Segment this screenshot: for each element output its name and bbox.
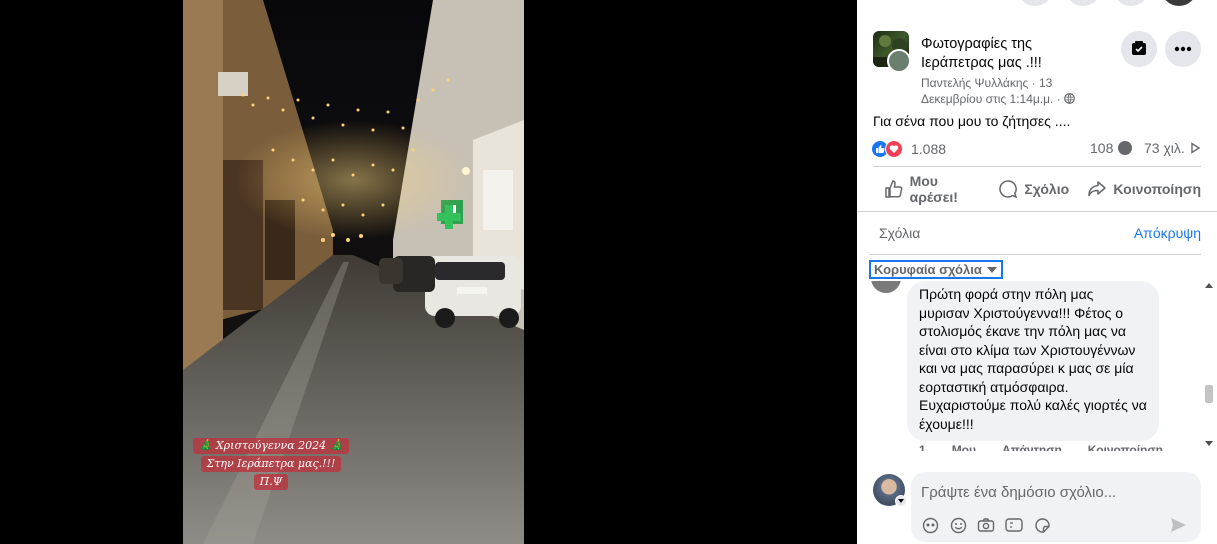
save-button[interactable] bbox=[1121, 31, 1157, 67]
reaction-icons[interactable] bbox=[871, 140, 907, 158]
like-button[interactable]: Μου αρέσει! bbox=[873, 170, 980, 208]
composer-tools bbox=[921, 516, 1051, 534]
save-icon bbox=[1132, 41, 1146, 55]
camera-icon bbox=[977, 518, 995, 532]
reaction-count[interactable]: 1.088 bbox=[911, 141, 946, 157]
comment-reply-link[interactable]: Απάντηση bbox=[1002, 443, 1062, 451]
comment-label: Σχόλιο bbox=[1024, 181, 1070, 197]
comment-composer bbox=[873, 472, 1203, 542]
post-text: Για σένα που μου το ζήτησες .... bbox=[873, 113, 1071, 129]
sort-comments-dropdown[interactable]: Κορυφαία σχόλια bbox=[869, 260, 1003, 279]
chevron-down-icon bbox=[986, 266, 997, 273]
reactions-bar: 1.088 108 73 χιλ. bbox=[871, 139, 1203, 159]
comment-actions: 1 Μου Απάντηση Κοινοποίηση bbox=[919, 443, 1163, 451]
hide-comments-link[interactable]: Απόκρυψη bbox=[1134, 225, 1201, 241]
caption-line-3: Π.Ψ bbox=[253, 474, 289, 490]
comment-button[interactable]: Σχόλιο bbox=[980, 170, 1087, 208]
comment-input[interactable] bbox=[921, 480, 1181, 504]
nav-button[interactable] bbox=[1017, 0, 1053, 6]
divider bbox=[873, 166, 1201, 167]
comment-time[interactable]: 1 bbox=[919, 443, 926, 451]
love-icon bbox=[885, 140, 903, 158]
video-caption: 🎄 Χριστούγεννα 2024 🎄 Στην Ιεράπετρα μας… bbox=[190, 436, 352, 490]
post-meta: Παντελής Ψυλλάκης · 13 Δεκεμβρίου στις 1… bbox=[921, 75, 1101, 107]
nav-button[interactable] bbox=[1113, 0, 1149, 6]
comment-count-value: 108 bbox=[1090, 140, 1114, 156]
like-label: Μου αρέσει! bbox=[909, 173, 958, 205]
views-icon bbox=[1191, 142, 1201, 154]
meta-separator: · bbox=[1031, 76, 1036, 90]
post-header: Φωτογραφίες της Ιεράπετρας μας .!!! Παντ… bbox=[873, 31, 1203, 111]
more-icon bbox=[1174, 46, 1192, 52]
author-avatar[interactable] bbox=[887, 49, 911, 73]
share-icon bbox=[1088, 181, 1107, 197]
sticker-icon bbox=[1034, 517, 1050, 533]
comment-bubble-icon bbox=[1118, 141, 1133, 155]
photo-button[interactable] bbox=[977, 516, 995, 534]
share-button[interactable]: Κοινοποίηση bbox=[1087, 170, 1201, 208]
commenter-avatar[interactable] bbox=[871, 281, 901, 293]
avatar-sticker-button[interactable] bbox=[921, 516, 939, 534]
profile-avatar[interactable] bbox=[1161, 0, 1197, 6]
post-side-panel: Φωτογραφίες της Ιεράπετρας μας .!!! Παντ… bbox=[857, 0, 1217, 544]
page-name[interactable]: Φωτογραφίες της Ιεράπετρας μας .!!! bbox=[921, 35, 1091, 73]
sort-label: Κορυφαία σχόλια bbox=[874, 262, 982, 277]
comment-text: Πρώτη φορά στην πόλη μας μυρισαν Χριστού… bbox=[919, 286, 1147, 432]
send-icon bbox=[1171, 518, 1186, 532]
more-options-button[interactable] bbox=[1165, 31, 1201, 67]
post-actions: Μου αρέσει! Σχόλιο Κοινοποίηση bbox=[873, 170, 1201, 208]
divider bbox=[869, 254, 1201, 255]
comment-box bbox=[911, 472, 1201, 542]
comment-like-link[interactable]: Μου bbox=[952, 443, 976, 451]
caption-line-2: Στην Ιεράπετρα μας.!!! bbox=[200, 456, 342, 472]
divider bbox=[857, 211, 1217, 212]
emoji-button[interactable] bbox=[949, 516, 967, 534]
comment-share-link[interactable]: Κοινοποίηση bbox=[1088, 443, 1163, 451]
views-count[interactable]: 73 χιλ. bbox=[1144, 140, 1201, 156]
author-name[interactable]: Παντελής Ψυλλάκης bbox=[921, 76, 1028, 90]
comments-count[interactable]: 108 bbox=[1090, 140, 1133, 156]
share-label: Κοινοποίηση bbox=[1113, 181, 1202, 197]
emoji-icon bbox=[950, 517, 966, 533]
like-icon bbox=[884, 180, 902, 198]
comment-bubble: Πρώτη φορά στην πόλη μας μυρισαν Χριστού… bbox=[907, 281, 1159, 441]
comments-scrollbar[interactable] bbox=[1203, 281, 1215, 451]
scroll-up-arrow-icon[interactable] bbox=[1205, 283, 1213, 288]
send-button[interactable] bbox=[1169, 516, 1187, 534]
globe-icon bbox=[1064, 93, 1075, 104]
nav-button[interactable] bbox=[1065, 0, 1101, 6]
sticker-button[interactable] bbox=[1033, 516, 1051, 534]
gif-icon bbox=[1005, 518, 1023, 532]
chevron-down-icon[interactable] bbox=[895, 495, 907, 507]
meta-separator: · bbox=[1056, 92, 1061, 106]
comment-icon bbox=[999, 180, 1018, 199]
comments-heading: Σχόλια bbox=[879, 225, 921, 241]
gif-button[interactable] bbox=[1005, 516, 1023, 534]
media-viewer: 🎄 Χριστούγεννα 2024 🎄 Στην Ιεράπετρα μας… bbox=[0, 0, 857, 544]
scroll-thumb[interactable] bbox=[1205, 385, 1213, 403]
scroll-down-arrow-icon[interactable] bbox=[1205, 441, 1213, 446]
caption-line-1: 🎄 Χριστούγεννα 2024 🎄 bbox=[192, 438, 350, 454]
sticker-icon bbox=[922, 517, 938, 533]
comments-list: Πρώτη φορά στην πόλη μας μυρισαν Χριστού… bbox=[857, 281, 1217, 451]
view-count-value: 73 χιλ. bbox=[1144, 140, 1185, 156]
